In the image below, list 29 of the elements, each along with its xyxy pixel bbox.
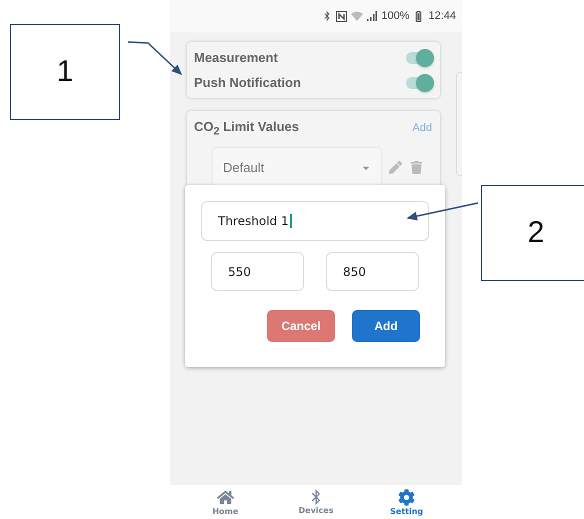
nav-tab[interactable]: Home [195,488,256,516]
toggle-label: Measurement [194,50,278,65]
settings-icon [398,488,416,506]
nfc-icon [336,10,348,22]
trash-icon[interactable] [410,161,423,174]
toggle-switch[interactable] [406,52,432,64]
card-title: CO$_{2}$ Limit Values [194,119,300,138]
wifi-icon [351,11,364,21]
signal-icon [367,11,378,21]
clock-time: 12:44 [428,10,456,22]
nav-tab[interactable]: Devices [286,489,346,515]
callout-box: 2 [481,185,584,281]
cancel-button[interactable]: Cancel [267,310,335,342]
dropdown-field[interactable]: Default [213,148,381,188]
low-value-input[interactable]: 550 [211,252,304,291]
bluetooth-icon [322,11,332,21]
leader-arrow [128,41,182,76]
callout-box: 1 [10,24,120,120]
toggle-label: Push Notification [194,75,301,90]
battery-percent: 100% [381,10,410,22]
leader-arrow [406,202,478,221]
add-button[interactable]: Add [352,310,420,342]
name-input[interactable]: Threshold 1 [201,201,429,241]
nav-tab[interactable]: Setting [376,488,437,516]
home-icon [216,488,234,506]
high-value-input[interactable]: 850 [326,252,419,291]
battery-icon [413,10,424,22]
pencil-icon[interactable] [389,161,402,174]
toggle-switch[interactable] [406,76,432,88]
